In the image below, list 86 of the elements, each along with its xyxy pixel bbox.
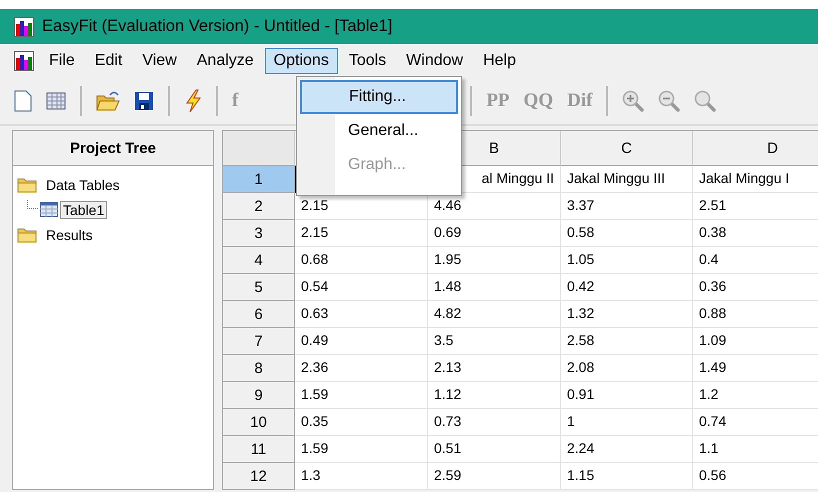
table-cell: 1.59: [295, 382, 428, 409]
row-header[interactable]: 5: [223, 274, 295, 301]
table-cell: 0.58: [561, 220, 693, 247]
menu-item[interactable]: Edit: [86, 48, 132, 74]
table-cell: 0.51: [428, 436, 561, 463]
menu-item[interactable]: File: [40, 48, 84, 74]
magnifier-icon[interactable]: [694, 90, 716, 112]
table-cell: 2.15: [295, 220, 428, 247]
column-header[interactable]: C: [561, 131, 693, 166]
table-cell: 2.13: [428, 355, 561, 382]
table-cell: 2.59: [428, 463, 561, 490]
table-cell: 0.88: [693, 301, 818, 328]
table-cell: 0.68: [295, 247, 428, 274]
tree-item[interactable]: Table1: [60, 200, 108, 218]
row-header[interactable]: 2: [223, 193, 295, 220]
menu-item[interactable]: Window: [397, 48, 472, 74]
table-cell: 1: [561, 409, 693, 436]
row-header[interactable]: 4: [223, 247, 295, 274]
table-cell: 1.95: [428, 247, 561, 274]
app-icon: [14, 16, 34, 36]
row-header[interactable]: 8: [223, 355, 295, 382]
table-cell: 0.63: [295, 301, 428, 328]
table-cell: 0.4: [693, 247, 818, 274]
table-cell: Jakal Minggu III: [561, 166, 693, 193]
window-title: EasyFit (Evaluation Version) - Untitled - [Table1]: [42, 17, 392, 36]
table-cell: 3.5: [428, 328, 561, 355]
table-cell: 1.59: [295, 436, 428, 463]
table-cell: 0.42: [561, 274, 693, 301]
tree-item[interactable]: Results: [43, 226, 96, 244]
table-cell: 0.91: [561, 382, 693, 409]
table-cell: 2.51: [693, 193, 818, 220]
folder-icon: [17, 176, 37, 192]
menu-item[interactable]: Help: [474, 48, 525, 74]
table-cell: 1.1: [693, 436, 818, 463]
row-header[interactable]: 10: [223, 409, 295, 436]
table-cell: 0.38: [693, 220, 818, 247]
table-cell: 1.32: [561, 301, 693, 328]
table-cell: 2.08: [561, 355, 693, 382]
folder-icon: [17, 226, 37, 242]
panel-header: Project Tree: [13, 131, 213, 166]
table-cell: 4.46: [428, 193, 561, 220]
row-header[interactable]: 7: [223, 328, 295, 355]
zoom-in-icon[interactable]: [622, 90, 644, 112]
lightning-icon[interactable]: [184, 88, 202, 112]
new-document-icon[interactable]: [14, 90, 32, 112]
table-cell: 0.54: [295, 274, 428, 301]
table-cell: 0.36: [693, 274, 818, 301]
table-cell: 2.58: [561, 328, 693, 355]
table-cell: 0.49: [295, 328, 428, 355]
menu-item[interactable]: Options: [264, 48, 338, 74]
table-cell: Jakal Minggu I: [693, 166, 818, 193]
zoom-out-icon[interactable]: [658, 90, 680, 112]
tree-item[interactable]: Data Tables: [43, 176, 123, 194]
table-cell: 1.05: [561, 247, 693, 274]
row-header[interactable]: 1: [223, 166, 295, 193]
row-header[interactable]: 11: [223, 436, 295, 463]
row-header[interactable]: 12: [223, 463, 295, 490]
table-cell: 1.15: [561, 463, 693, 490]
table-cell: 2.24: [561, 436, 693, 463]
menu-item[interactable]: Analyze: [188, 48, 263, 74]
document-icon: [14, 50, 34, 70]
row-header[interactable]: 3: [223, 220, 295, 247]
table-icon: [40, 202, 58, 217]
table-cell: 0.74: [693, 409, 818, 436]
save-icon[interactable]: [134, 90, 154, 110]
table-cell: 0.73: [428, 409, 561, 436]
table-icon[interactable]: [46, 92, 66, 110]
table-cell: 0.35: [295, 409, 428, 436]
menu-option[interactable]: Fitting...: [300, 80, 458, 114]
menu-item[interactable]: Tools: [340, 48, 396, 74]
table-cell: 1.49: [693, 355, 818, 382]
table-cell: 1.09: [693, 328, 818, 355]
table-cell: 1.3: [295, 463, 428, 490]
table-cell: 3.37: [561, 193, 693, 220]
row-header[interactable]: 9: [223, 382, 295, 409]
corner-cell: [223, 131, 295, 166]
table-cell: 0.69: [428, 220, 561, 247]
table-cell: 1.2: [693, 382, 818, 409]
table-cell: 4.82: [428, 301, 561, 328]
table-cell: 2.36: [295, 355, 428, 382]
row-header[interactable]: 6: [223, 301, 295, 328]
table-cell: 0.56: [693, 463, 818, 490]
menu-item[interactable]: View: [133, 48, 186, 74]
table-cell: 1.12: [428, 382, 561, 409]
table-cell: 1.48: [428, 274, 561, 301]
open-folder-icon[interactable]: [96, 90, 120, 112]
